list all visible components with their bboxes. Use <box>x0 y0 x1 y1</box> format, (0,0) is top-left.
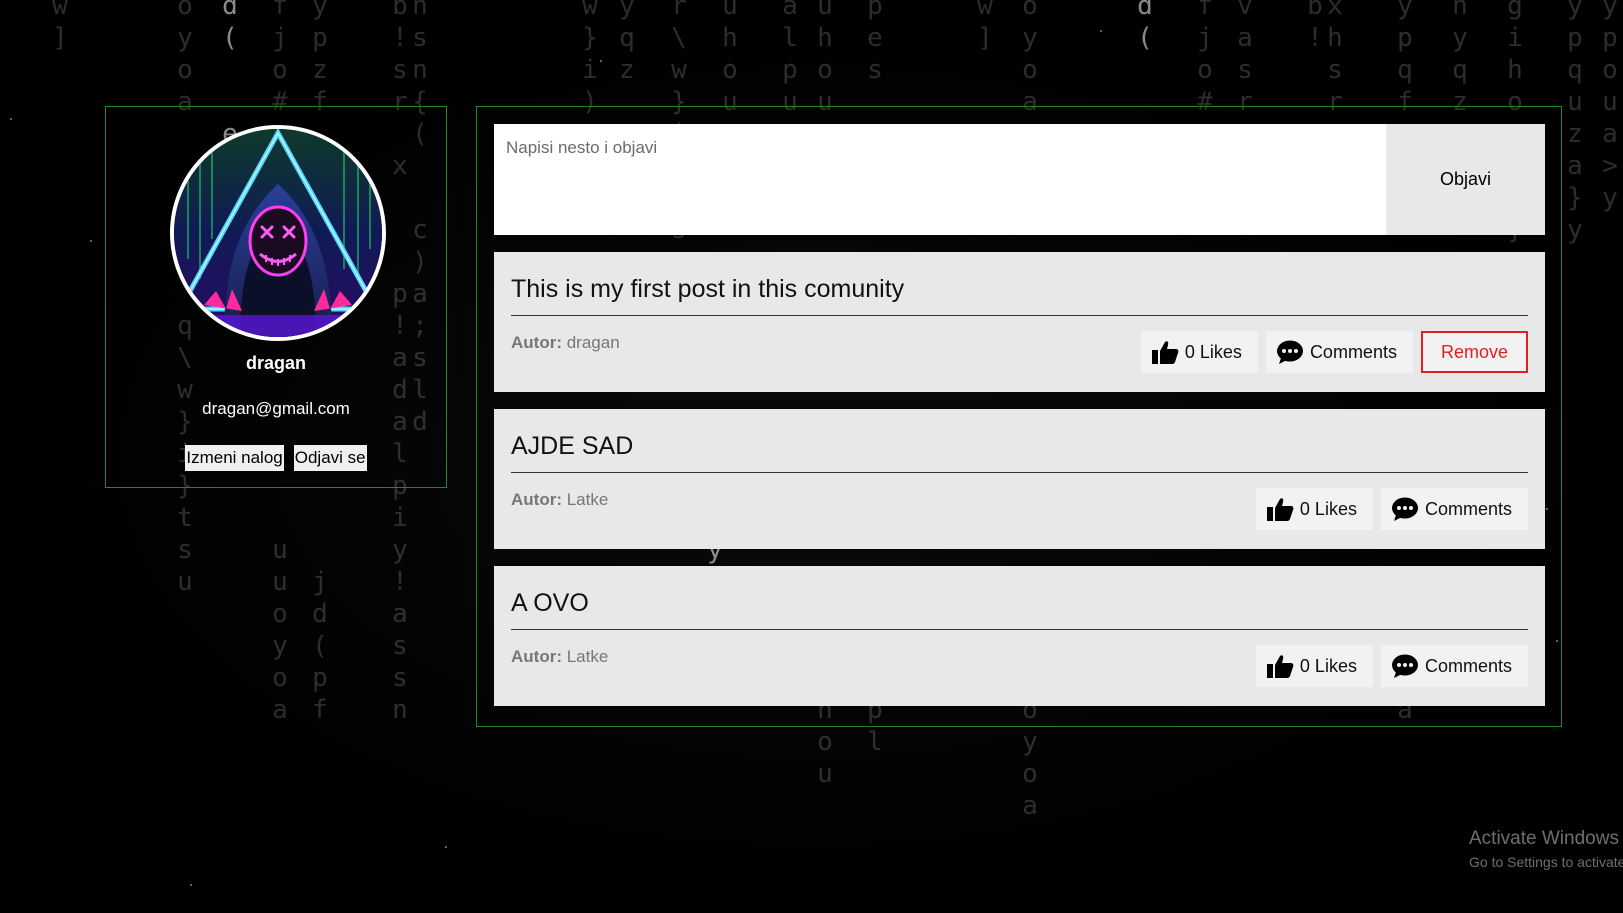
post-author: Autor: Latke <box>511 647 608 667</box>
post-title: This is my first post in this comunity <box>511 252 1528 316</box>
windows-activation-watermark: Activate Windows Go to Settings to activ… <box>1469 828 1623 870</box>
post-card: AJDE SAD Autor: Latke 0 Likes Comments <box>494 409 1545 549</box>
speech-bubble-icon <box>1391 654 1418 678</box>
speech-bubble-icon <box>1276 340 1303 364</box>
author-label: Autor: <box>511 333 562 352</box>
post-title: AJDE SAD <box>511 409 1528 473</box>
publish-button[interactable]: Objavi <box>1386 124 1545 235</box>
comments-button[interactable]: Comments <box>1380 645 1528 687</box>
feed-panel: Objavi This is my first post in this com… <box>476 106 1562 727</box>
profile-username: dragan <box>245 353 306 373</box>
author-label: Autor: <box>511 647 562 666</box>
matrix-rain-column: d ( <box>1137 0 1153 53</box>
matrix-rain-column: w ] <box>52 0 68 53</box>
matrix-rain-column: x h s r <box>1327 0 1343 117</box>
matrix-rain-column: w ] <box>977 0 993 53</box>
watermark-line1: Activate Windows <box>1469 828 1619 849</box>
avatar <box>170 125 386 341</box>
profile-actions: Izmeni nalog Odjavi se <box>106 445 446 471</box>
post-title: A OVO <box>511 566 1528 630</box>
matrix-rain-column: w } i ) <box>582 0 598 117</box>
star-dot <box>90 240 92 242</box>
matrix-rain-column: a l p u <box>782 0 798 117</box>
author-label: Autor: <box>511 490 562 509</box>
remove-post-button[interactable]: Remove <box>1420 331 1528 373</box>
post-author: Autor: dragan <box>511 333 620 353</box>
author-name: dragan <box>566 333 620 352</box>
star-dot <box>190 884 192 886</box>
author-name: Latke <box>566 490 609 509</box>
thumbs-up-icon <box>1151 341 1179 364</box>
post-actions: 0 Likes Comments <box>1255 645 1528 687</box>
logout-button[interactable]: Odjavi se <box>293 445 367 471</box>
matrix-rain-column: v a s r <box>1237 0 1253 117</box>
thumbs-up-icon <box>1266 655 1294 678</box>
hacker-mask-avatar-image <box>174 129 382 337</box>
comments-label: Comments <box>1424 655 1512 676</box>
profile-card: dragan dragan@gmail.com Izmeni nalog Odj… <box>105 106 447 488</box>
matrix-rain-column: h y q z <box>1452 0 1468 117</box>
like-button[interactable]: 0 Likes <box>1255 645 1373 687</box>
watermark-line2: Go to Settings to activate Windows. <box>1469 854 1623 870</box>
like-button[interactable]: 0 Likes <box>1255 488 1373 530</box>
matrix-rain-column: y p q u z a } y <box>1567 0 1583 245</box>
post-card: This is my first post in this comunity A… <box>494 252 1545 392</box>
post-composer: Objavi <box>494 124 1545 235</box>
comments-label: Comments <box>1424 498 1512 519</box>
post-actions: 0 Likes Comments Remove <box>1140 331 1528 373</box>
author-name: Latke <box>566 647 609 666</box>
star-dot <box>10 118 12 120</box>
matrix-rain-column: u h o u <box>722 0 738 117</box>
post-actions: 0 Likes Comments <box>1255 488 1528 530</box>
edit-account-button[interactable]: Izmeni nalog <box>185 445 284 471</box>
comments-label: Comments <box>1309 341 1397 362</box>
post-author: Autor: Latke <box>511 490 608 510</box>
matrix-rain-column: y p o u a > y <box>1602 0 1618 213</box>
star-dot <box>1100 30 1102 32</box>
post-input[interactable] <box>494 124 1386 235</box>
star-dot <box>600 60 602 62</box>
post-card: A OVO Autor: Latke 0 Likes Comments <box>494 566 1545 706</box>
comments-button[interactable]: Comments <box>1380 488 1528 530</box>
like-button[interactable]: 0 Likes <box>1140 331 1258 373</box>
like-count-label: 0 Likes <box>1184 341 1242 362</box>
like-count-label: 0 Likes <box>1299 655 1357 676</box>
thumbs-up-icon <box>1266 498 1294 521</box>
matrix-rain-column: y q z <box>619 0 635 85</box>
like-count-label: 0 Likes <box>1299 498 1357 519</box>
speech-bubble-icon <box>1391 497 1418 521</box>
star-dot <box>445 846 447 848</box>
profile-email: dragan@gmail.com <box>202 399 350 418</box>
comments-button[interactable]: Comments <box>1265 331 1413 373</box>
